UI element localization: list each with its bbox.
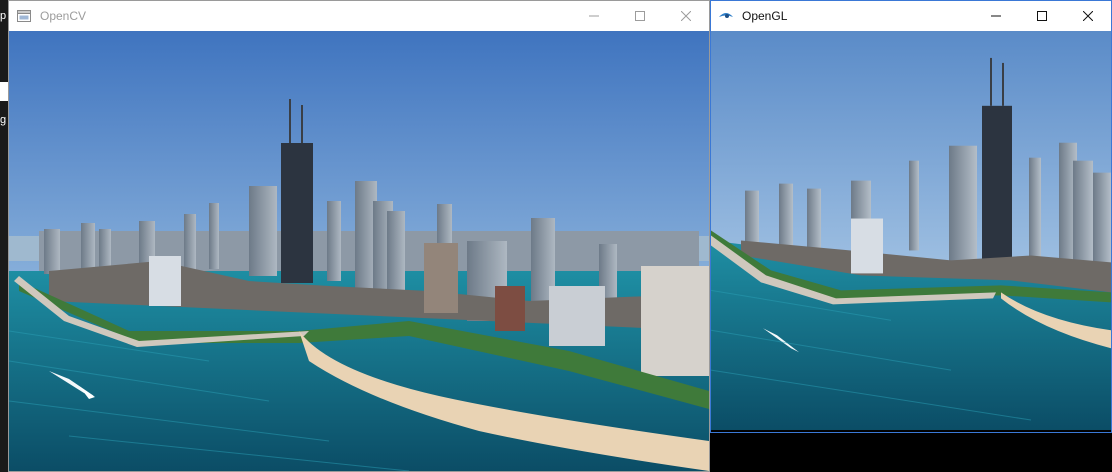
minimize-icon <box>589 15 599 17</box>
desktop-text-fragment: p <box>0 10 7 22</box>
title-bar[interactable]: OpenCV <box>9 1 709 31</box>
opengl-eye-icon <box>719 13 733 18</box>
maximize-icon <box>635 11 645 21</box>
minimize-button[interactable] <box>571 1 617 31</box>
desktop-background: p g <box>0 0 8 472</box>
maximize-button[interactable] <box>617 1 663 31</box>
close-button[interactable] <box>1065 1 1111 31</box>
opencv-window[interactable]: OpenCV <box>8 0 710 472</box>
minimize-icon <box>991 15 1001 17</box>
gl-viewport[interactable] <box>711 31 1111 432</box>
window-title: OpenGL <box>742 9 788 23</box>
title-bar[interactable]: OpenGL <box>711 1 1111 31</box>
maximize-icon <box>1037 11 1047 21</box>
rendered-skyline-image <box>711 31 1111 431</box>
desktop-text-fragment: g <box>0 114 7 126</box>
maximize-button[interactable] <box>1019 1 1065 31</box>
close-button[interactable] <box>663 1 709 31</box>
close-icon <box>681 11 691 21</box>
chicago-skyline-image <box>9 31 709 471</box>
desktop-field-fragment <box>0 82 8 101</box>
opengl-window[interactable]: OpenGL <box>710 0 1112 433</box>
opencv-window-icon <box>17 10 31 22</box>
close-icon <box>1083 11 1093 21</box>
minimize-button[interactable] <box>973 1 1019 31</box>
image-view[interactable] <box>9 31 709 471</box>
window-title: OpenCV <box>40 9 87 23</box>
